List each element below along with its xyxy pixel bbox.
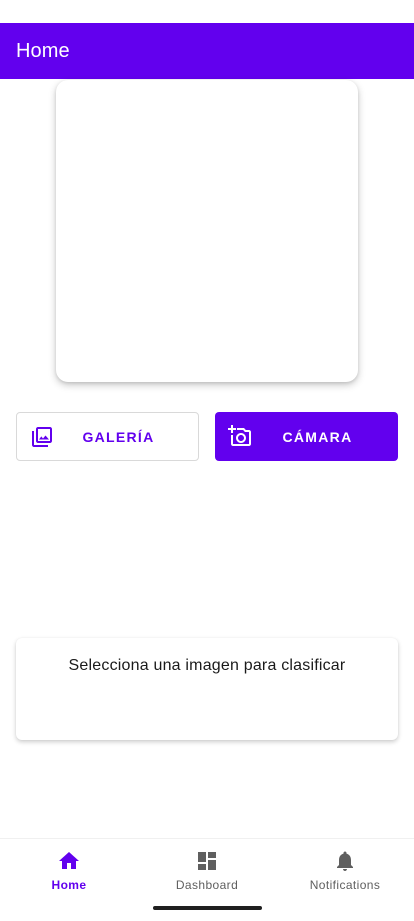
result-card: Selecciona una imagen para clasificar — [16, 638, 398, 740]
nav-label-dashboard: Dashboard — [175, 878, 239, 892]
app-bar: Home — [0, 23, 414, 79]
status-bar — [0, 0, 414, 23]
app-bar-title: Home — [16, 39, 70, 62]
gallery-button[interactable]: GALERÍA — [16, 412, 199, 461]
photo-library-icon — [32, 427, 52, 447]
nav-label-notifications: Notifications — [309, 878, 381, 892]
bell-icon — [337, 851, 353, 871]
gesture-navigation-bar[interactable] — [153, 906, 262, 910]
add-a-photo-icon — [228, 425, 251, 446]
result-text: Selecciona una imagen para clasificar — [68, 657, 346, 674]
image-preview-card — [56, 80, 358, 382]
nav-item-notifications[interactable]: Notifications — [276, 849, 414, 899]
app-screen: Home GALERÍA CÁMARA Selecciona una image… — [0, 0, 414, 921]
dashboard-icon — [198, 852, 216, 870]
nav-item-home[interactable]: Home — [0, 849, 138, 899]
nav-item-dashboard[interactable]: Dashboard — [138, 849, 276, 899]
home-icon — [59, 852, 79, 869]
nav-label-home: Home — [51, 878, 87, 892]
camera-button[interactable]: CÁMARA — [215, 412, 398, 461]
